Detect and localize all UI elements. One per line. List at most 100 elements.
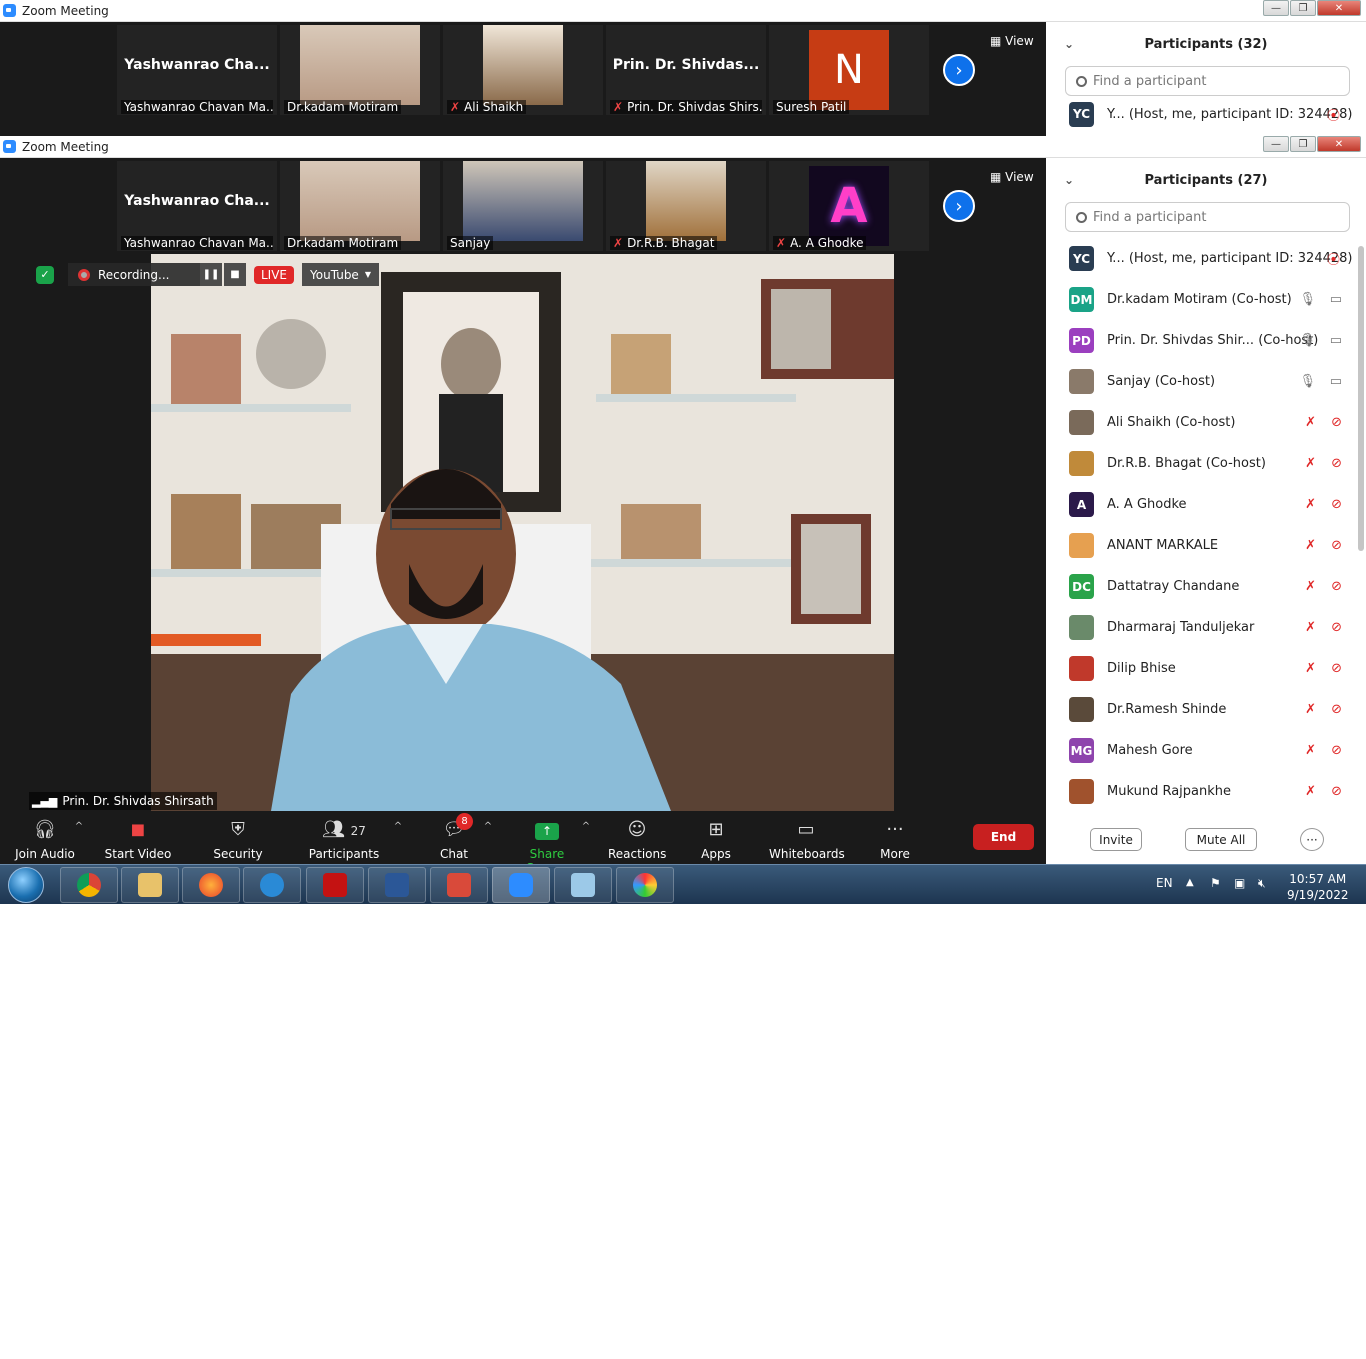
close-button[interactable]: ✕ xyxy=(1317,136,1361,152)
more-options-button[interactable]: ··· xyxy=(1300,828,1324,851)
camera-off-icon[interactable]: ⊘ xyxy=(1331,743,1342,758)
camera-icon[interactable]: ▭ xyxy=(1330,333,1342,348)
minimize-button[interactable]: — xyxy=(1263,0,1289,16)
more-button[interactable]: ··· More xyxy=(876,819,914,861)
chevron-down-icon[interactable]: ⌄ xyxy=(1064,37,1074,51)
chevron-down-icon[interactable]: ⌄ xyxy=(1064,173,1074,187)
maximize-button[interactable]: ❐ xyxy=(1290,136,1316,152)
video-tile[interactable]: N Suresh Patil xyxy=(769,25,929,115)
participant-row[interactable]: MG Mahesh Gore ✗ ⊘ xyxy=(1046,730,1366,771)
apps-button[interactable]: ⊞ Apps xyxy=(698,819,734,861)
stop-recording-button[interactable]: ■ xyxy=(224,263,246,286)
search-input[interactable]: Find a participant xyxy=(1065,66,1350,96)
start-button[interactable] xyxy=(8,867,44,903)
start-video-button[interactable]: ◼︎ Start Video xyxy=(104,819,172,861)
camera-icon[interactable]: ▭ xyxy=(1330,374,1342,389)
volume-muted-icon[interactable]: 🔇︎ xyxy=(1258,876,1266,891)
pause-recording-button[interactable]: ❚❚ xyxy=(200,263,222,286)
participants-button[interactable]: 👥︎ 27 Participants xyxy=(306,819,382,861)
microphone-muted-icon[interactable]: ✗ xyxy=(1305,661,1316,676)
livestream-platform-dropdown[interactable]: YouTube ▼ xyxy=(302,263,379,286)
show-hidden-icons[interactable]: ▲ xyxy=(1186,877,1194,888)
video-tile[interactable]: A ✗ A. A Ghodke xyxy=(769,161,929,251)
view-button[interactable]: ▦ View xyxy=(990,170,1034,184)
maximize-button[interactable]: ❐ xyxy=(1290,0,1316,16)
taskbar-paint[interactable] xyxy=(616,867,674,903)
participant-row[interactable]: A A. A Ghodke ✗ ⊘ xyxy=(1046,484,1366,525)
search-input[interactable]: Find a participant xyxy=(1065,202,1350,232)
video-tile[interactable]: Dr.kadam Motiram xyxy=(280,25,440,115)
next-page-button[interactable]: › xyxy=(943,190,975,222)
shield-icon[interactable]: ✓ xyxy=(36,265,54,284)
participant-row[interactable]: Dr.R.B. Bhagat (Co-host) ✗ ⊘ xyxy=(1046,443,1366,484)
language-indicator[interactable]: EN xyxy=(1156,876,1173,890)
taskbar-notepad[interactable] xyxy=(554,867,612,903)
microphone-muted-icon[interactable]: ✗ xyxy=(1305,784,1316,799)
video-tile[interactable]: ✗ Dr.R.B. Bhagat xyxy=(606,161,766,251)
mute-all-button[interactable]: Mute All xyxy=(1185,828,1257,851)
camera-off-icon[interactable]: ⊘ xyxy=(1331,702,1342,717)
camera-off-icon[interactable]: ⊘ xyxy=(1331,415,1342,430)
video-tile[interactable]: Dr.kadam Motiram xyxy=(280,161,440,251)
camera-icon[interactable]: ▭ xyxy=(1330,292,1342,307)
microphone-muted-icon[interactable]: ✗ xyxy=(1305,415,1316,430)
taskbar-firefox[interactable] xyxy=(182,867,240,903)
whiteboards-button[interactable]: ▭ Whiteboards xyxy=(769,819,845,861)
participants-scrollbar[interactable] xyxy=(1358,246,1364,551)
action-center-flag-icon[interactable]: ⚑ xyxy=(1210,876,1221,890)
microphone-icon[interactable]: 🎙︎ xyxy=(1299,333,1316,348)
camera-off-icon[interactable]: ⊘ xyxy=(1331,620,1342,635)
video-tile[interactable]: Yashwanrao Cha... Yashwanrao Chavan Ma..… xyxy=(117,161,277,251)
microphone-muted-icon[interactable]: ✗ xyxy=(1305,620,1316,635)
join-audio-button[interactable]: 🎧︎ Join Audio xyxy=(12,819,78,861)
participant-row[interactable]: YC Y... (Host, me, participant ID: 32442… xyxy=(1046,96,1366,132)
recording-icon[interactable]: ⦿ xyxy=(1327,249,1340,268)
microphone-muted-icon[interactable]: ✗ xyxy=(1305,538,1316,553)
participants-options-caret[interactable]: ^ xyxy=(391,821,405,832)
invite-button[interactable]: Invite xyxy=(1090,828,1142,851)
microphone-muted-icon[interactable]: ✗ xyxy=(1305,497,1316,512)
security-button[interactable]: ⛨ Security xyxy=(210,819,266,861)
network-icon[interactable]: ▣ xyxy=(1234,876,1245,890)
microphone-icon[interactable]: 🎙︎ xyxy=(1299,292,1316,307)
participant-row[interactable]: Dharmaraj Tanduljekar ✗ ⊘ xyxy=(1046,607,1366,648)
participant-row[interactable]: Dilip Bhise ✗ ⊘ xyxy=(1046,648,1366,689)
participant-row[interactable]: Ali Shaikh (Co-host) ✗ ⊘ xyxy=(1046,402,1366,443)
camera-off-icon[interactable]: ⊘ xyxy=(1331,456,1342,471)
participant-row[interactable]: Mukund Rajpankhe ✗ ⊘ xyxy=(1046,771,1366,812)
microphone-muted-icon[interactable]: ✗ xyxy=(1305,456,1316,471)
view-button[interactable]: ▦ View xyxy=(990,34,1034,48)
participant-row[interactable]: PD Prin. Dr. Shivdas Shir... (Co-host) 🎙︎ ▭ xyxy=(1046,320,1366,361)
taskbar-zoom[interactable] xyxy=(492,867,550,903)
camera-off-icon[interactable]: ⊘ xyxy=(1331,784,1342,799)
video-tile[interactable]: ✗ Ali Shaikh xyxy=(443,25,603,115)
participant-row[interactable]: Dr.Ramesh Shinde ✗ ⊘ xyxy=(1046,689,1366,730)
share-options-caret[interactable]: ^ xyxy=(579,821,593,832)
taskbar-snipping[interactable] xyxy=(430,867,488,903)
next-page-button[interactable]: › xyxy=(943,54,975,86)
camera-off-icon[interactable]: ⊘ xyxy=(1331,661,1342,676)
microphone-muted-icon[interactable]: ✗ xyxy=(1305,702,1316,717)
taskbar-word[interactable] xyxy=(368,867,426,903)
camera-off-icon[interactable]: ⊘ xyxy=(1331,579,1342,594)
participant-row[interactable]: Sanjay (Co-host) 🎙︎ ▭ xyxy=(1046,361,1366,402)
video-tile[interactable]: Yashwanrao Cha... Yashwanrao Chavan Ma..… xyxy=(117,25,277,115)
microphone-icon[interactable]: 🎙︎ xyxy=(1299,374,1316,389)
camera-off-icon[interactable]: ⊘ xyxy=(1331,538,1342,553)
participant-row[interactable]: YC Y... (Host, me, participant ID: 324428… xyxy=(1046,238,1366,279)
taskbar-chrome[interactable] xyxy=(60,867,118,903)
minimize-button[interactable]: — xyxy=(1263,136,1289,152)
microphone-muted-icon[interactable]: ✗ xyxy=(1305,579,1316,594)
participant-row[interactable]: ANANT MARKALE ✗ ⊘ xyxy=(1046,525,1366,566)
camera-off-icon[interactable]: ⊘ xyxy=(1331,497,1342,512)
video-tile[interactable]: Sanjay xyxy=(443,161,603,251)
taskbar-explorer[interactable] xyxy=(121,867,179,903)
taskbar-acrobat[interactable] xyxy=(306,867,364,903)
clock[interactable]: 10:57 AM 9/19/2022 xyxy=(1287,871,1349,903)
reactions-button[interactable]: ☺ Reactions xyxy=(608,819,666,861)
taskbar-ie[interactable] xyxy=(243,867,301,903)
audio-options-caret[interactable]: ^ xyxy=(72,821,86,832)
participant-row[interactable]: DC Dattatray Chandane ✗ ⊘ xyxy=(1046,566,1366,607)
video-tile[interactable]: Prin. Dr. Shivdas... ✗ Prin. Dr. Shivdas … xyxy=(606,25,766,115)
close-button[interactable]: ✕ xyxy=(1317,0,1361,16)
